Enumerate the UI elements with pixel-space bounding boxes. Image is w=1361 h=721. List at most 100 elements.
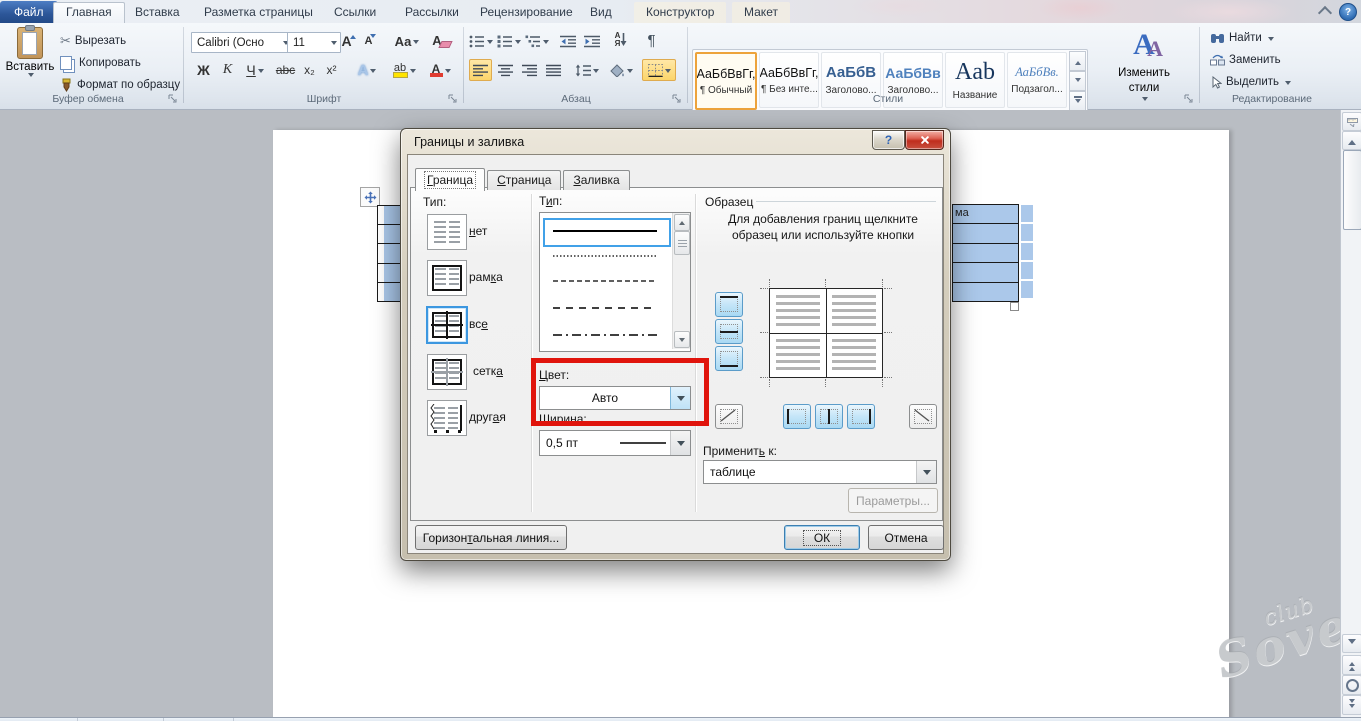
top-border-button[interactable] [715,292,743,317]
table-cell[interactable] [953,283,1018,301]
scroll-down-icon[interactable] [1342,634,1361,653]
dialog-help-button[interactable]: ? [872,130,905,150]
table-cell[interactable]: ма [953,205,1018,224]
inside-vertical-border-button[interactable] [815,404,843,429]
table-move-handle[interactable] [360,187,380,207]
bold-button[interactable]: Ж [192,59,215,81]
tab-mailings[interactable]: Рассылки [393,2,471,23]
table-row[interactable] [378,244,402,263]
ok-button[interactable]: ОК [784,525,860,550]
format-painter-button[interactable]: Формат по образцу [60,75,180,95]
cut-button[interactable]: ✂ Вырезать [60,31,126,51]
table-row[interactable] [378,283,402,301]
tab-home[interactable]: Главная [53,2,125,24]
tab-page-border[interactable]: Страница [487,170,561,190]
line-style-dash-dot[interactable] [551,333,659,337]
font-color-button[interactable]: А [424,59,456,81]
shading-button[interactable] [606,59,636,81]
setting-all-icon[interactable] [426,306,468,344]
dialog-close-button[interactable] [905,130,944,150]
align-right-button[interactable] [518,59,541,81]
clear-formatting-button[interactable]: А [430,29,453,51]
setting-custom-icon[interactable] [427,400,467,436]
replace-button[interactable]: Заменить [1210,50,1281,70]
left-border-button[interactable] [783,404,811,429]
scroll-up-icon[interactable] [1342,131,1361,150]
tab-design[interactable]: Конструктор [634,2,726,23]
line-style-solid[interactable] [551,229,659,233]
inside-horizontal-border-button[interactable] [715,319,743,344]
show-paragraph-marks-button[interactable]: ¶ [640,29,663,51]
vertical-scrollbar[interactable] [1340,110,1361,717]
shrink-font-button[interactable]: А [360,30,383,52]
text-effects-button[interactable]: А [352,59,382,81]
right-border-button[interactable] [847,404,875,429]
increase-indent-button[interactable] [580,30,603,52]
bullets-button[interactable] [468,30,494,52]
change-styles-button[interactable]: А А Изменить стили [1096,28,1192,102]
tab-review[interactable]: Рецензирование [468,2,585,23]
tab-references[interactable]: Ссылки [322,2,388,23]
tab-border[interactable]: Граница [415,168,485,191]
table-row[interactable] [378,264,402,283]
table-cell[interactable] [953,263,1018,282]
superscript-button[interactable]: x² [320,59,343,81]
sort-button[interactable]: А Я [608,29,634,51]
justify-button[interactable] [542,59,565,81]
diagonal-up-border-button[interactable] [715,404,743,429]
collapse-ribbon-icon[interactable] [1316,3,1333,19]
underline-button[interactable]: Ч [240,59,270,81]
table-fragment-right[interactable]: ма [952,204,1019,302]
align-left-button[interactable] [469,59,492,81]
cancel-button[interactable]: Отмена [868,525,944,550]
align-center-button[interactable] [494,59,517,81]
copy-button[interactable]: Копировать [60,53,141,73]
diagonal-down-border-button[interactable] [909,404,937,429]
setting-none-icon[interactable] [427,214,467,250]
font-dialog-launcher-icon[interactable] [448,94,459,105]
table-row[interactable] [378,225,402,244]
width-combo[interactable]: 0,5 пт [539,430,691,456]
find-button[interactable]: Найти [1210,28,1274,48]
font-size-combo[interactable]: 11 [287,32,341,53]
line-style-list[interactable] [539,212,691,352]
setting-grid-label[interactable]: сетка [473,364,503,378]
font-name-combo[interactable]: Calibri (Осно [191,32,293,53]
setting-box-label[interactable]: рамка [469,270,503,284]
line-style-dashed[interactable] [551,279,659,283]
paragraph-dialog-launcher-icon[interactable] [672,94,683,105]
styles-dialog-launcher-icon[interactable] [1184,94,1195,105]
table-row[interactable] [378,206,402,225]
gallery-scroll-down-icon[interactable] [1069,71,1086,91]
scroll-up-icon[interactable] [674,214,690,231]
paste-button[interactable]: Вставить [6,27,54,91]
gallery-scroll-up-icon[interactable] [1069,51,1086,71]
scroll-down-icon[interactable] [674,331,690,348]
change-case-button[interactable]: Аа [391,30,423,52]
setting-all-label[interactable]: все [469,317,488,331]
apply-to-combo[interactable]: таблице [703,460,937,484]
line-style-dash-large[interactable] [551,306,659,310]
border-preview-diagram[interactable] [769,288,883,378]
numbering-button[interactable] [496,30,522,52]
tab-layout[interactable]: Макет [732,2,790,23]
setting-none-label[interactable]: нет [469,224,487,238]
table-resize-handle[interactable] [1010,302,1019,311]
previous-page-icon[interactable] [1342,655,1361,675]
borders-button[interactable] [642,59,676,81]
line-style-scrollbar[interactable] [672,213,690,349]
tab-file[interactable]: Файл [0,1,58,23]
tab-shading[interactable]: Заливка [563,170,629,190]
table-cell[interactable] [953,244,1018,263]
scrollbar-thumb[interactable] [674,231,690,255]
chevron-down-icon[interactable] [670,387,690,409]
clipboard-dialog-launcher-icon[interactable] [168,94,179,105]
bottom-border-button[interactable] [715,346,743,371]
select-browse-object-icon[interactable] [1342,675,1361,695]
tab-view[interactable]: Вид [578,2,624,23]
multilevel-list-button[interactable] [524,30,550,52]
chevron-down-icon[interactable] [916,461,936,483]
color-combo[interactable]: Авто [539,386,691,410]
select-button[interactable]: Выделить [1210,72,1291,92]
grow-font-button[interactable]: А [338,30,361,52]
